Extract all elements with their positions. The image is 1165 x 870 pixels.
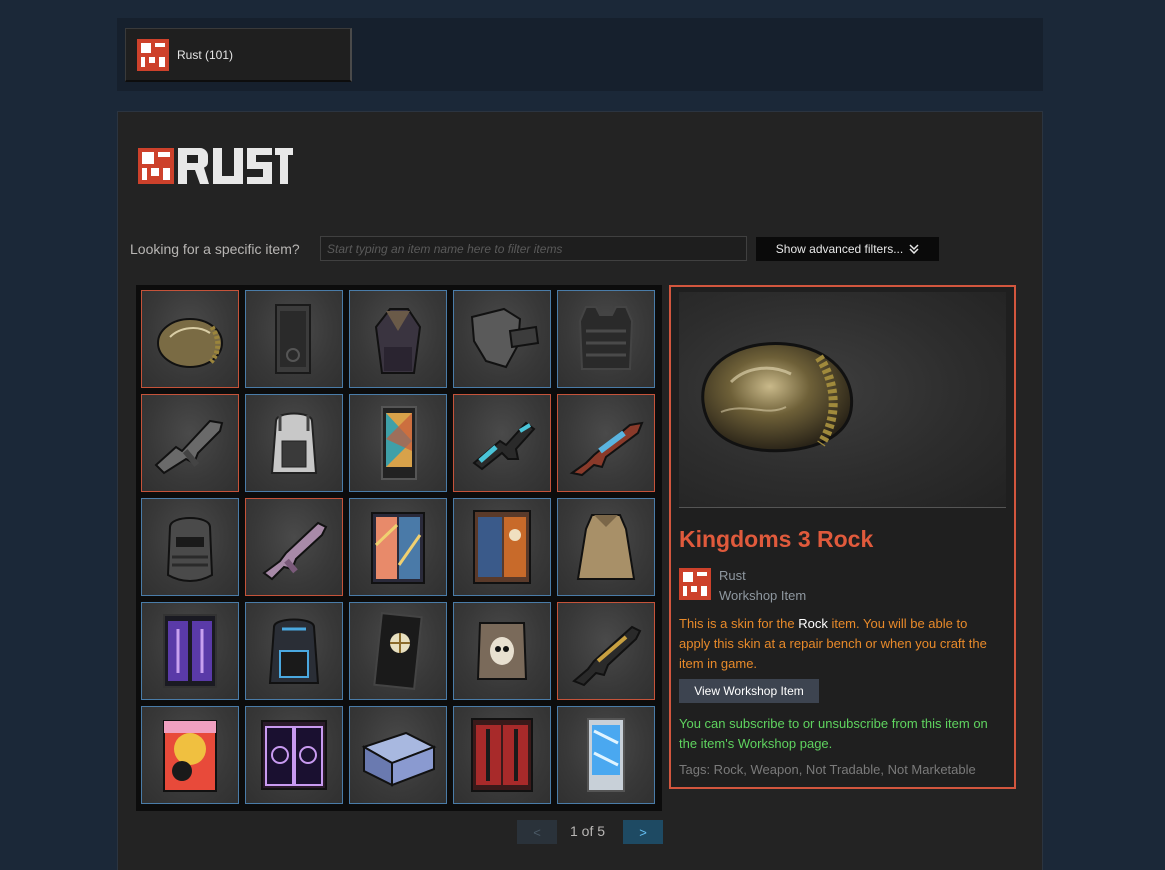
rust-game-icon xyxy=(679,568,711,600)
details-divider xyxy=(679,507,1006,508)
inventory-slot[interactable] xyxy=(141,498,239,596)
inventory-slot[interactable] xyxy=(557,394,655,492)
item-filter-input[interactable] xyxy=(320,236,747,261)
armor-plate-icon xyxy=(470,307,540,369)
inventory-slot[interactable] xyxy=(349,394,447,492)
desc-item-name: Rock xyxy=(798,616,828,631)
item-tags: Tags: Rock, Weapon, Not Tradable, Not Ma… xyxy=(679,762,976,777)
tall-cabinet-icon xyxy=(473,510,531,584)
inventory-panel: Looking for a specific item? Show advanc… xyxy=(117,111,1043,870)
inventory-grid xyxy=(136,285,662,811)
inventory-slot[interactable] xyxy=(557,290,655,388)
inventory-slot[interactable] xyxy=(349,290,447,388)
item-type: Workshop Item xyxy=(719,588,807,603)
skull-vest-icon xyxy=(476,622,528,680)
inventory-slot[interactable] xyxy=(349,706,447,804)
inventory-slot[interactable] xyxy=(245,394,343,492)
inventory-slot[interactable] xyxy=(453,394,551,492)
inventory-slot[interactable] xyxy=(453,290,551,388)
hoodie-icon xyxy=(374,308,422,374)
gold-rifle-icon xyxy=(572,625,642,687)
purple-wardrobe-icon xyxy=(163,614,217,688)
red-cabinet-icon xyxy=(471,718,533,792)
inventory-slot[interactable] xyxy=(141,394,239,492)
desc-part-1: This is a skin for the xyxy=(679,616,799,631)
double-chevron-down-icon xyxy=(909,244,919,254)
inventory-slot[interactable] xyxy=(245,290,343,388)
prev-page-button[interactable]: < xyxy=(517,820,557,844)
next-page-button[interactable]: > xyxy=(623,820,663,844)
inventory-slot[interactable] xyxy=(141,602,239,700)
purple-rifle-icon xyxy=(262,521,328,581)
neon-doors-icon xyxy=(261,720,327,790)
locker-icon xyxy=(275,304,311,374)
pistol-icon xyxy=(472,421,536,471)
rock-icon xyxy=(701,342,854,453)
rust-game-icon xyxy=(137,38,169,71)
door-icon xyxy=(373,612,423,690)
filter-label: Looking for a specific item? xyxy=(130,241,300,257)
storage-box-icon xyxy=(361,731,437,787)
wardrobe-icon xyxy=(371,512,425,584)
rifle-icon xyxy=(569,421,644,477)
inventory-slot[interactable] xyxy=(557,706,655,804)
inventory-slot[interactable] xyxy=(453,706,551,804)
vending-locker-icon xyxy=(381,406,417,480)
item-title: Kingdoms 3 Rock xyxy=(679,526,874,552)
view-workshop-item-button[interactable]: View Workshop Item xyxy=(679,679,819,703)
inventory-slot[interactable] xyxy=(349,602,447,700)
inventory-slot[interactable] xyxy=(141,706,239,804)
inventory-slot[interactable] xyxy=(557,602,655,700)
inventory-slot[interactable] xyxy=(453,602,551,700)
anime-box-icon xyxy=(163,720,217,792)
inventory-slot[interactable] xyxy=(349,498,447,596)
inventory-slot[interactable] xyxy=(245,706,343,804)
games-bar: Rust (101) xyxy=(117,18,1043,91)
rust-logo xyxy=(138,148,293,184)
backpack-icon xyxy=(270,412,318,474)
blue-backpack-icon xyxy=(268,618,320,684)
game-tab-rust[interactable]: Rust (101) xyxy=(125,28,352,82)
item-description: This is a skin for the Rock item. You wi… xyxy=(679,614,999,674)
inventory-slot[interactable] xyxy=(245,602,343,700)
item-details: Kingdoms 3 Rock Rust Workshop Item This … xyxy=(669,285,1016,789)
inventory-slot[interactable] xyxy=(245,498,343,596)
inventory-slot[interactable] xyxy=(557,498,655,596)
poncho-icon xyxy=(576,514,636,580)
advanced-filters-label: Show advanced filters... xyxy=(775,242,904,256)
item-preview xyxy=(679,292,1006,507)
ice-locker-icon xyxy=(587,718,625,792)
facemask-icon xyxy=(166,517,214,582)
advanced-filters-button[interactable]: Show advanced filters... xyxy=(756,237,939,261)
chest-plate-icon xyxy=(578,306,634,370)
inventory-slot[interactable] xyxy=(453,498,551,596)
inventory-slot[interactable] xyxy=(141,290,239,388)
game-tab-label: Rust (101) xyxy=(177,47,234,62)
page-indicator: 1 of 5 xyxy=(570,823,606,839)
subscribe-note: You can subscribe to or unsubscribe from… xyxy=(679,716,988,751)
smg-icon xyxy=(154,419,224,475)
rock-icon xyxy=(157,318,223,368)
item-game-name: Rust xyxy=(719,568,746,583)
